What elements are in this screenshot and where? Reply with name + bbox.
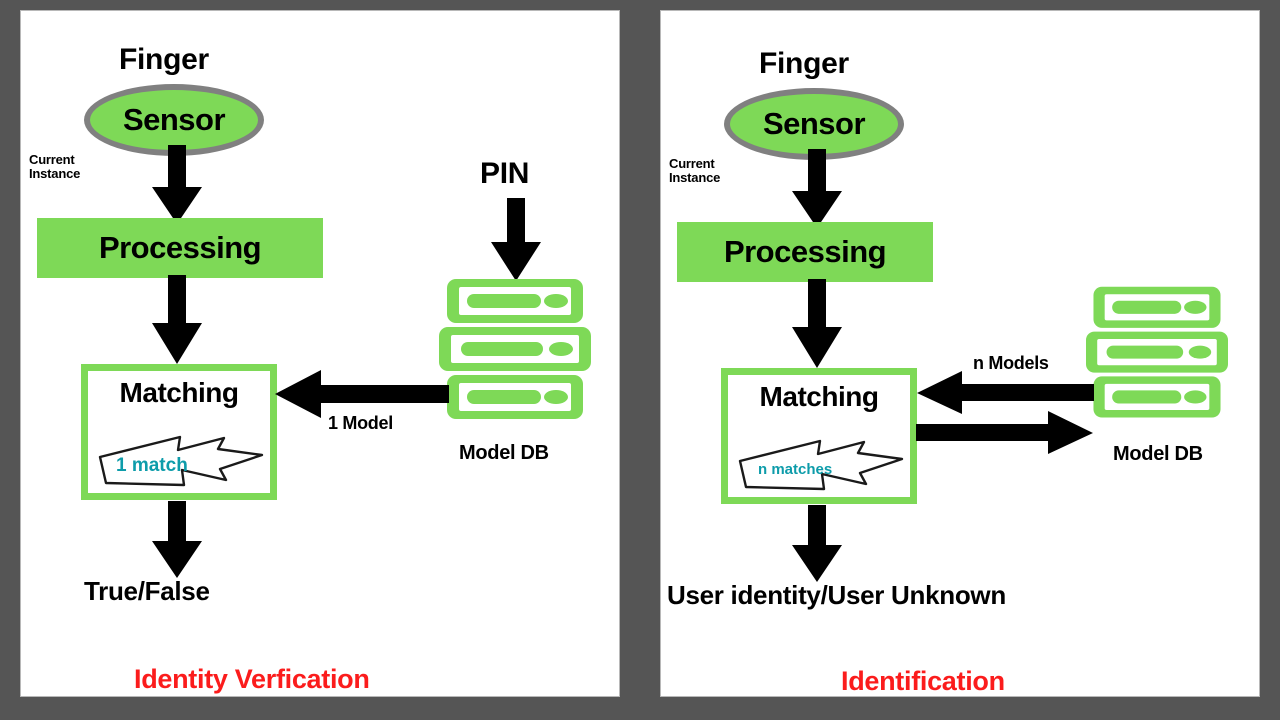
matching-label: Matching [119,377,239,408]
processing-label: Processing [723,234,887,269]
arrow-pin-to-db [488,198,544,282]
current-instance-label: Current Instance [29,152,81,181]
processing-label: Processing [98,230,262,265]
finger-label: Finger [759,47,849,80]
sensor-label: Sensor [762,106,866,141]
arrow-sensor-to-processing [149,145,205,225]
panel-identification: Finger Sensor Current Instance Processin… [660,10,1260,697]
arrow-sensor-to-processing [789,149,845,229]
current-instance-label: Current Instance [669,156,721,185]
processing-node: Processing [677,222,933,282]
arrow-matching-to-output [149,501,205,579]
finger-label: Finger [119,43,209,76]
model-db-icon [439,279,591,423]
matching-node: Matching 1 match [81,364,277,500]
sensor-label: Sensor [122,102,226,137]
model-db-icon [1086,286,1228,422]
match-count-label: n matches [758,461,833,478]
db-edge-label: 1 Model [328,413,393,433]
panel-identity-verification: Finger Sensor Current Instance Processin… [20,10,620,697]
pin-label: PIN [480,157,530,190]
panel-title-left: Identity Verfication [134,664,370,694]
arrow-processing-to-matching [149,275,205,365]
matching-label: Matching [759,381,879,412]
diagram-canvas: Finger Sensor Current Instance Processin… [0,0,1280,720]
output-label: User identity/User Unknown [667,580,1006,610]
model-db-label: Model DB [1113,443,1203,465]
arrow-db-to-matching [916,371,1094,415]
arrow-matching-to-output [789,505,845,583]
arrow-db-to-matching [274,369,449,419]
model-db-label: Model DB [459,442,549,464]
match-count-label: 1 match [116,455,188,476]
processing-node: Processing [37,218,323,278]
matching-node: Matching n matches [721,368,917,504]
db-edge-label: n Models [973,353,1049,373]
arrow-matching-to-db [916,411,1094,455]
output-label: True/False [84,576,210,606]
arrow-processing-to-matching [789,279,845,369]
panel-title-right: Identification [841,666,1005,696]
